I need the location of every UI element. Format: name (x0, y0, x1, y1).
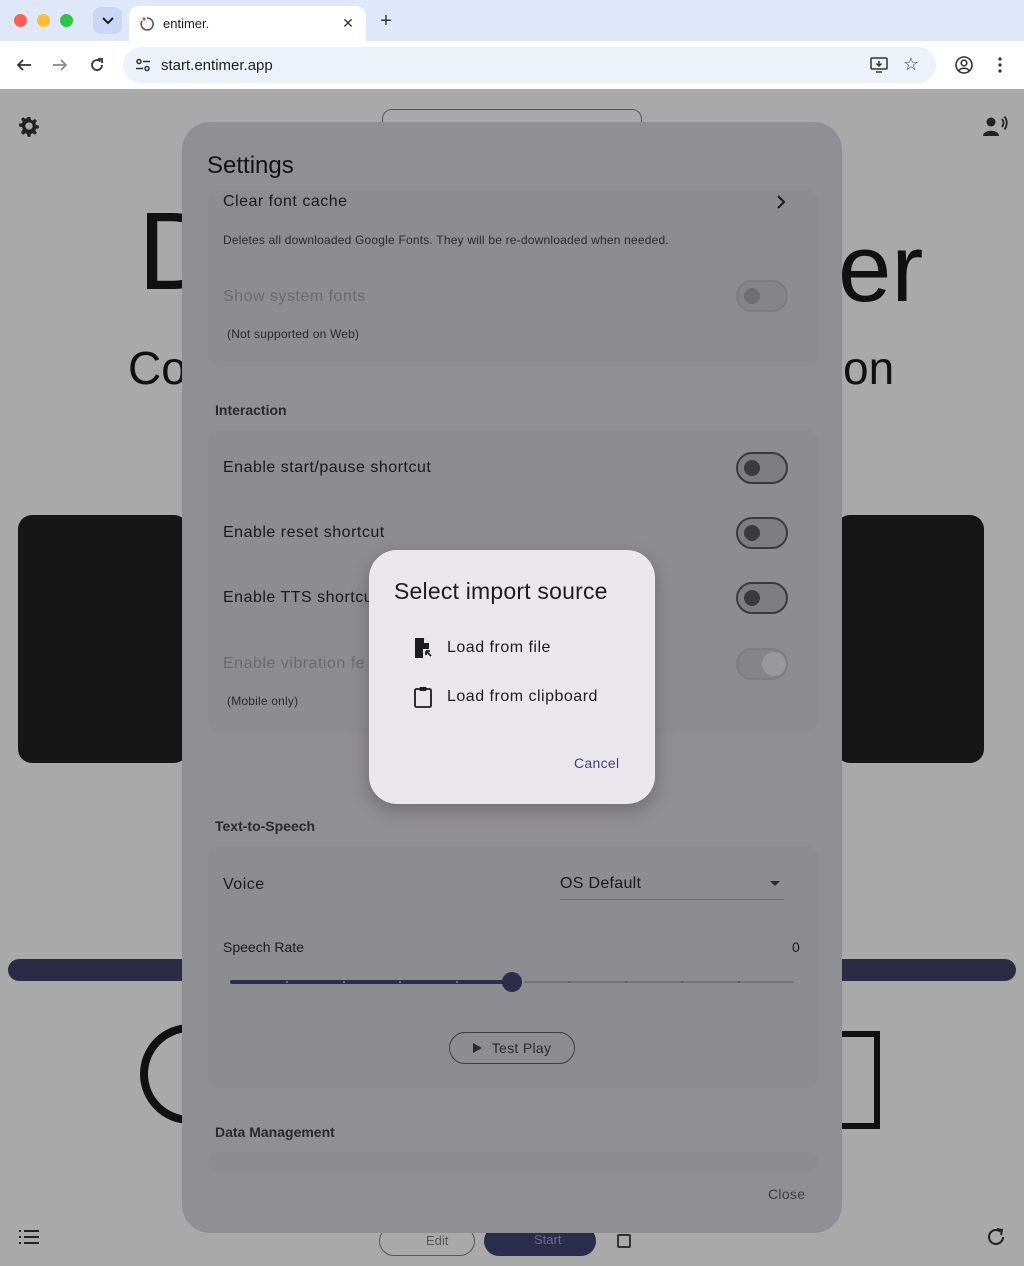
data-management-card (208, 1152, 818, 1172)
browser-toolbar: start.entimer.app ☆ (0, 41, 1024, 89)
minimize-window-button[interactable] (37, 14, 50, 27)
browser-tab[interactable]: entimer. ✕ (129, 6, 366, 41)
interaction-heading: Interaction (215, 402, 287, 418)
speech-rate-value: 0 (792, 939, 800, 955)
toggle-knob (744, 460, 760, 476)
tab-close-button[interactable]: ✕ (338, 14, 358, 34)
chevron-down-icon (101, 16, 114, 24)
slider-tick (399, 981, 401, 983)
toggle-knob (744, 525, 760, 541)
slider-tick (456, 981, 458, 983)
slider-track-inactive (524, 981, 794, 983)
back-button[interactable] (12, 53, 36, 77)
voice-dropdown-value: OS Default (560, 875, 642, 892)
load-from-file-option[interactable]: Load from file (393, 628, 643, 668)
vibration-note: (Mobile only) (227, 694, 299, 708)
load-from-file-label: Load from file (447, 639, 551, 656)
import-dialog-title: Select import source (394, 578, 608, 604)
tab-title: entimer. (163, 16, 210, 31)
browser-chrome: entimer. ✕ + start.entimer.app ☆ (0, 0, 1024, 89)
new-tab-button[interactable]: + (374, 10, 398, 32)
slider-thumb[interactable] (502, 972, 522, 992)
tts-shortcut-label: Enable TTS shortcu (223, 589, 374, 606)
bg-title-right: er (838, 215, 924, 322)
chevron-right-icon[interactable] (774, 194, 788, 210)
start-button-label: Start (534, 1232, 562, 1247)
test-play-button[interactable]: Test Play (449, 1032, 575, 1064)
list-icon (19, 1230, 39, 1244)
tab-strip: entimer. ✕ + (0, 0, 1024, 41)
tts-shortcut-toggle[interactable] (736, 582, 788, 614)
cancel-button[interactable]: Cancel (574, 755, 619, 771)
gear-icon (19, 116, 39, 137)
url-text: start.entimer.app (161, 56, 273, 74)
fullscreen-icon (617, 1234, 631, 1248)
data-management-heading: Data Management (215, 1124, 335, 1140)
seven-segment-small-digit (840, 1031, 880, 1129)
clipboard-icon (409, 683, 437, 711)
arrow-left-icon (16, 59, 31, 71)
settings-title: Settings (207, 152, 294, 179)
file-import-icon (409, 634, 437, 662)
bookmark-star-icon[interactable]: ☆ (900, 53, 922, 75)
vibration-feedback-label: Enable vibration fe (223, 655, 366, 672)
vibration-feedback-toggle (736, 648, 788, 680)
reload-button[interactable] (85, 53, 109, 77)
show-system-fonts-note: (Not supported on Web) (227, 327, 360, 341)
reload-icon (91, 58, 103, 71)
voice-settings-icon (983, 115, 1008, 136)
start-pause-shortcut-label: Enable start/pause shortcut (223, 459, 432, 476)
install-app-icon[interactable] (868, 54, 890, 76)
profile-icon[interactable] (952, 53, 976, 77)
start-pause-shortcut-toggle[interactable] (736, 452, 788, 484)
kebab-menu-icon[interactable] (990, 53, 1010, 77)
toggle-knob (744, 590, 760, 606)
bg-subtitle-right: on (843, 342, 895, 394)
tts-heading: Text-to-Speech (215, 818, 316, 834)
slider-tick (738, 981, 740, 983)
clear-font-cache-description: Deletes all downloaded Google Fonts. The… (223, 233, 669, 247)
reset-shortcut-label: Enable reset shortcut (223, 524, 385, 541)
voice-dropdown[interactable]: OS Default (560, 862, 784, 900)
import-source-dialog: Select import source Load from file Load… (369, 550, 655, 804)
close-button[interactable]: Close (768, 1186, 805, 1202)
speech-rate-label: Speech Rate (223, 939, 304, 955)
dropdown-arrow-icon (770, 881, 780, 886)
load-from-clipboard-label: Load from clipboard (447, 688, 598, 705)
forward-button[interactable] (48, 53, 72, 77)
edit-button-label: Edit (426, 1233, 449, 1248)
show-system-fonts-label: Show system fonts (223, 288, 366, 305)
voice-label: Voice (223, 876, 265, 893)
close-window-button[interactable] (14, 14, 27, 27)
tab-search-button[interactable] (93, 7, 122, 34)
bg-subtitle-left: Co (128, 342, 187, 394)
slider-track-active (230, 980, 512, 984)
reset-icon (988, 1228, 1004, 1245)
show-system-fonts-toggle (736, 280, 788, 312)
slider-tick (681, 981, 683, 983)
toggle-knob (762, 652, 786, 676)
clear-font-cache-label[interactable]: Clear font cache (223, 193, 348, 211)
test-play-label: Test Play (491, 1040, 552, 1056)
toggle-knob (744, 288, 760, 304)
reset-shortcut-toggle[interactable] (736, 517, 788, 549)
play-icon (472, 1043, 482, 1053)
address-bar[interactable]: start.entimer.app ☆ (123, 47, 936, 83)
entimer-favicon-icon (139, 16, 155, 32)
slider-tick (286, 981, 288, 983)
seven-segment-digit-left (18, 515, 188, 763)
seven-segment-digit-right (836, 515, 984, 763)
maximize-window-button[interactable] (60, 14, 73, 27)
slider-tick (568, 981, 570, 983)
speech-rate-slider[interactable] (230, 970, 794, 994)
arrow-right-icon (53, 59, 68, 71)
slider-tick (343, 981, 345, 983)
load-from-clipboard-option[interactable]: Load from clipboard (393, 677, 643, 717)
slider-tick (625, 981, 627, 983)
site-info-icon[interactable] (131, 53, 155, 77)
